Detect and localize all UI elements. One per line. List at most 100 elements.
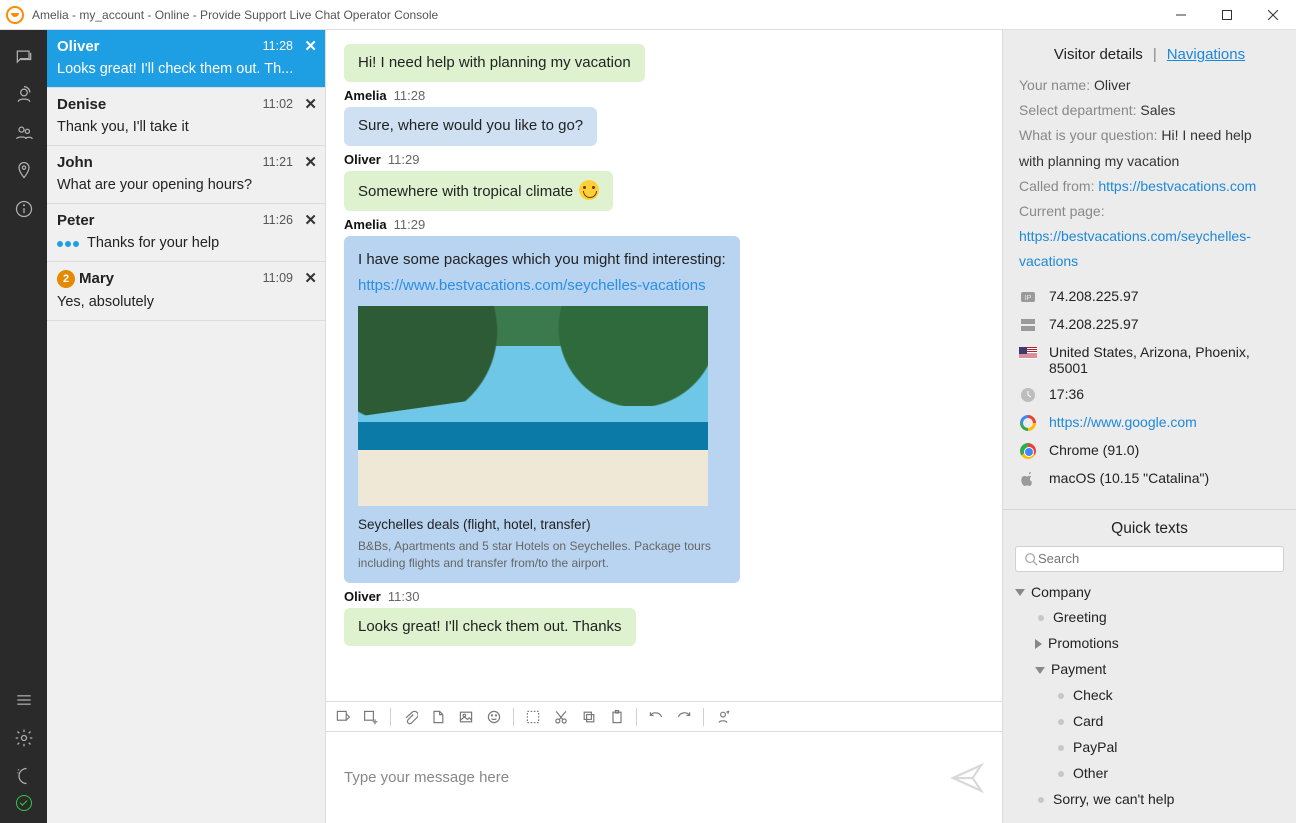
- operator-message: Sure, where would you like to go?: [344, 107, 597, 145]
- local-time: 17:36: [1049, 386, 1084, 402]
- message-link[interactable]: https://www.bestvacations.com/seychelles…: [358, 277, 706, 294]
- window-controls: [1158, 0, 1296, 30]
- label: Current page:: [1019, 203, 1105, 219]
- conversation-preview: Thanks for your help: [57, 235, 315, 251]
- flag-icon: [1019, 344, 1037, 362]
- add-quicktext-icon[interactable]: [362, 708, 380, 726]
- browser: Chrome (91.0): [1049, 442, 1139, 458]
- conversation-time: 11:28: [263, 39, 293, 53]
- redo-icon[interactable]: [675, 708, 693, 726]
- cut-icon[interactable]: [552, 708, 570, 726]
- send-button[interactable]: [950, 761, 984, 795]
- host: 74.208.225.97: [1049, 316, 1139, 332]
- tree-leaf[interactable]: Card: [1015, 709, 1284, 735]
- details-tabs: Visitor details | Navigations: [1003, 30, 1296, 73]
- conversation-item[interactable]: Peter 11:26 ✕ Thanks for your help: [47, 204, 325, 262]
- google-icon: [1019, 414, 1037, 432]
- conversation-item[interactable]: John 11:21 ✕ What are your opening hours…: [47, 146, 325, 204]
- tree-leaf[interactable]: Check: [1015, 683, 1284, 709]
- conversation-preview: Thank you, I'll take it: [57, 119, 315, 135]
- paste-icon[interactable]: [608, 708, 626, 726]
- smiley-icon: [579, 180, 599, 200]
- close-icon[interactable]: ✕: [304, 269, 317, 287]
- status-ok-icon: [16, 795, 32, 811]
- operator-message: I have some packages which you might fin…: [344, 236, 740, 583]
- conversation-list: Oliver 11:28 ✕ Looks great! I'll check t…: [47, 30, 326, 823]
- copy-icon[interactable]: [580, 708, 598, 726]
- nav-agents-icon[interactable]: [0, 76, 47, 114]
- quick-search[interactable]: [1015, 546, 1284, 572]
- tree-leaf[interactable]: Wrong support line: [1015, 813, 1284, 817]
- tree-node[interactable]: Payment: [1015, 657, 1284, 683]
- minimize-button[interactable]: [1158, 0, 1204, 30]
- nav-night-icon[interactable]: [0, 757, 47, 795]
- chevron-right-icon: [1035, 639, 1042, 649]
- current-page-link[interactable]: https://bestvacations.com/seychelles-vac…: [1019, 228, 1251, 269]
- tree-leaf[interactable]: Sorry, we can't help: [1015, 787, 1284, 813]
- message-text: I have some packages which you might fin…: [358, 250, 726, 270]
- close-icon[interactable]: ✕: [304, 37, 317, 55]
- nav-info-icon[interactable]: [0, 190, 47, 228]
- undo-icon[interactable]: [647, 708, 665, 726]
- select-icon[interactable]: [524, 708, 542, 726]
- close-icon[interactable]: ✕: [304, 95, 317, 113]
- search-icon: [1024, 552, 1038, 566]
- value: Oliver: [1094, 77, 1131, 93]
- message-list[interactable]: Hi! I need help with planning my vacatio…: [326, 30, 1002, 701]
- preview-image: [358, 306, 708, 506]
- tab-navigations[interactable]: Navigations: [1167, 46, 1245, 63]
- quick-text-tree: Company Greeting Promotions Payment Chec…: [1015, 580, 1284, 818]
- quick-texts-panel: Quick texts Company Greeting Promotions …: [1003, 509, 1296, 823]
- close-icon[interactable]: ✕: [304, 211, 317, 229]
- apple-icon: [1019, 470, 1037, 488]
- link-preview-card[interactable]: Seychelles deals (flight, hotel, transfe…: [358, 306, 726, 571]
- tree-leaf[interactable]: PayPal: [1015, 735, 1284, 761]
- label: Select department:: [1019, 102, 1137, 118]
- tree-node[interactable]: Promotions: [1015, 631, 1284, 657]
- maximize-button[interactable]: [1204, 0, 1250, 30]
- visitor-message: Somewhere with tropical climate: [344, 171, 613, 211]
- close-button[interactable]: [1250, 0, 1296, 30]
- referrer-link[interactable]: https://www.google.com: [1049, 414, 1197, 430]
- nav-menu-icon[interactable]: [0, 681, 47, 719]
- nav-visitors-icon[interactable]: [0, 114, 47, 152]
- label: Called from:: [1019, 178, 1094, 194]
- sender-name: Oliver: [344, 589, 381, 604]
- conversation-item[interactable]: Oliver 11:28 ✕ Looks great! I'll check t…: [47, 30, 325, 88]
- tree-leaf[interactable]: Other: [1015, 761, 1284, 787]
- called-from-link[interactable]: https://bestvacations.com: [1098, 178, 1256, 194]
- bullet-icon: [1038, 797, 1044, 803]
- attach-icon[interactable]: [401, 708, 419, 726]
- sender-name: Oliver: [344, 152, 381, 167]
- preview-title: Seychelles deals (flight, hotel, transfe…: [358, 516, 726, 534]
- visitor-details: Your name: Oliver Select department: Sal…: [1003, 73, 1296, 275]
- transfer-icon[interactable]: [714, 708, 732, 726]
- conversation-preview: Looks great! I'll check them out. Th...: [57, 61, 315, 77]
- image-icon[interactable]: [457, 708, 475, 726]
- compose-toolbar: [326, 701, 1002, 731]
- message-input[interactable]: [344, 769, 950, 786]
- bullet-icon: [1058, 745, 1064, 751]
- nav-settings-icon[interactable]: [0, 719, 47, 757]
- app-icon: [6, 6, 24, 24]
- conversation-item[interactable]: 2Mary 11:09 ✕ Yes, absolutely: [47, 262, 325, 321]
- file-icon[interactable]: [429, 708, 447, 726]
- chevron-down-icon: [1035, 667, 1045, 674]
- emoji-icon[interactable]: [485, 708, 503, 726]
- quicktext-icon[interactable]: [334, 708, 352, 726]
- nav-chats-icon[interactable]: [0, 38, 47, 76]
- nav-location-icon[interactable]: [0, 152, 47, 190]
- sent-time: 11:28: [394, 88, 426, 103]
- quick-search-input[interactable]: [1038, 551, 1275, 566]
- host-icon: [1019, 316, 1037, 334]
- chrome-icon: [1019, 442, 1037, 460]
- tree-leaf[interactable]: Greeting: [1015, 605, 1284, 631]
- sender-name: Amelia: [344, 88, 387, 103]
- conversation-item[interactable]: Denise 11:02 ✕ Thank you, I'll take it: [47, 88, 325, 146]
- tree-node[interactable]: Company: [1015, 580, 1284, 606]
- compose-area: [326, 731, 1002, 823]
- conversation-time: 11:21: [263, 155, 293, 169]
- tab-visitor-details[interactable]: Visitor details: [1054, 46, 1143, 63]
- preview-description: B&Bs, Apartments and 5 star Hotels on Se…: [358, 538, 718, 570]
- close-icon[interactable]: ✕: [304, 153, 317, 171]
